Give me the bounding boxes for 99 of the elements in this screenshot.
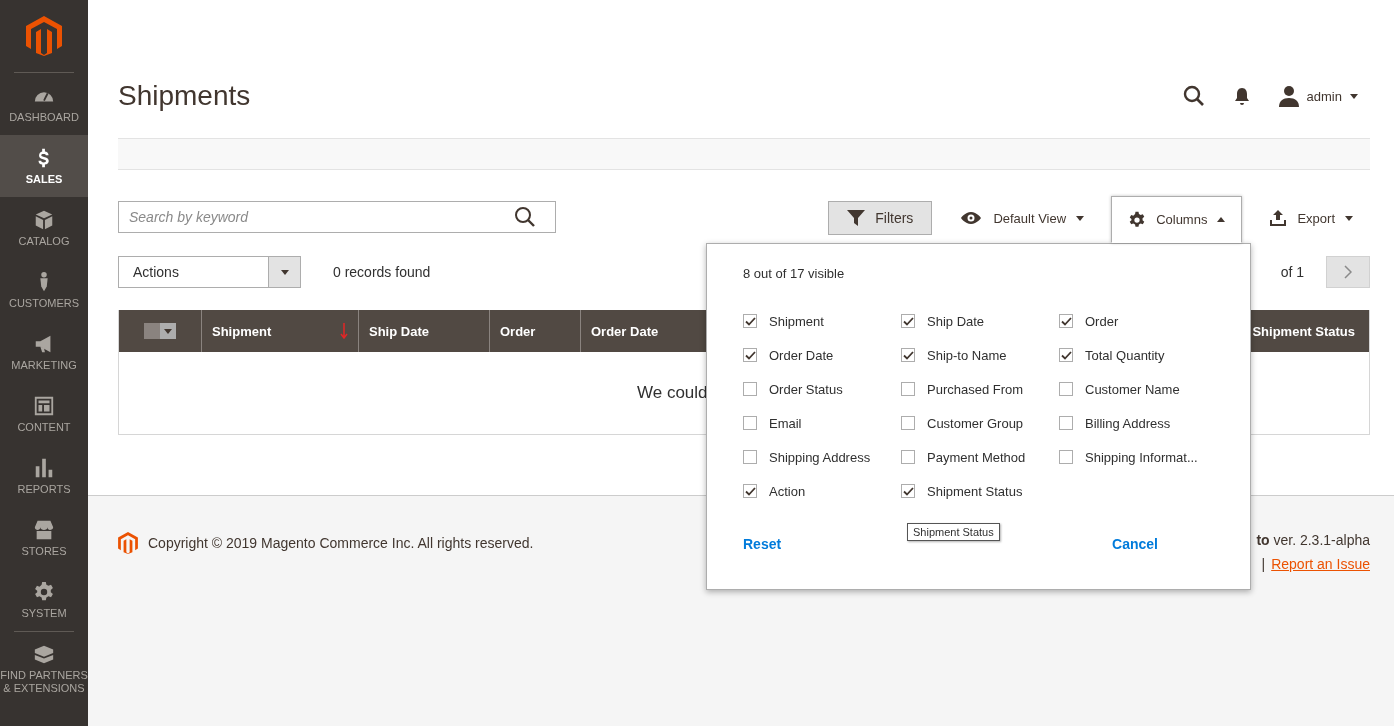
caret-icon xyxy=(1076,215,1085,221)
column-option[interactable]: Ship Date xyxy=(901,311,1059,331)
column-option[interactable]: Action xyxy=(743,481,901,501)
link-separator: | xyxy=(1261,556,1266,572)
column-header[interactable]: Shipment xyxy=(201,310,358,352)
gear-icon xyxy=(33,580,55,603)
empty-message: We could xyxy=(637,383,708,403)
checkbox[interactable] xyxy=(901,348,915,362)
view-button[interactable]: Default View xyxy=(942,201,1102,235)
box-icon xyxy=(33,208,55,231)
checkbox[interactable] xyxy=(901,382,915,396)
bell-icon[interactable] xyxy=(1232,85,1251,107)
sidebar-item[interactable]: STORES xyxy=(0,507,88,569)
checkbox[interactable] xyxy=(743,348,757,362)
layout-icon xyxy=(33,394,55,417)
search-field[interactable]: Search by keyword xyxy=(118,201,556,233)
copyright-text: Copyright © 2019 Magento Commerce Inc. All rights reserved. xyxy=(148,535,534,551)
blocks-icon xyxy=(33,643,55,665)
user-menu[interactable]: admin xyxy=(1278,85,1358,107)
sidebar-item[interactable]: SYSTEM xyxy=(0,569,88,631)
actions-dropdown[interactable]: Actions xyxy=(118,256,301,288)
column-option[interactable]: Billing Address xyxy=(1059,413,1217,433)
user-icon xyxy=(1278,85,1299,107)
column-option[interactable]: Total Quantity xyxy=(1059,345,1217,365)
check-icon xyxy=(902,350,914,360)
sidebar-item[interactable]: CUSTOMERS xyxy=(0,259,88,321)
store-icon xyxy=(33,518,55,541)
bar-chart-icon xyxy=(33,456,55,479)
checkbox[interactable] xyxy=(901,314,915,328)
check-icon xyxy=(902,486,914,496)
visible-count: 8 out of 17 visible xyxy=(743,266,846,281)
sidebar-item[interactable]: MARKETING xyxy=(0,321,88,383)
checkbox[interactable] xyxy=(743,314,757,328)
checkbox[interactable] xyxy=(1059,416,1073,430)
column-header[interactable]: Order Date xyxy=(580,310,706,352)
column-option[interactable]: Ship-to Name xyxy=(901,345,1059,365)
check-icon xyxy=(902,316,914,326)
checkbox[interactable] xyxy=(901,450,915,464)
checkbox[interactable] xyxy=(743,382,757,396)
check-icon xyxy=(744,486,756,496)
checkbox[interactable] xyxy=(1059,382,1073,396)
column-option[interactable]: Customer Group xyxy=(901,413,1059,433)
export-button[interactable]: Export xyxy=(1252,201,1370,235)
column-option[interactable]: Order Date xyxy=(743,345,901,365)
column-option[interactable]: Order xyxy=(1059,311,1217,331)
cancel-button[interactable]: Cancel xyxy=(1112,536,1158,552)
tooltip: Shipment Status xyxy=(907,523,1000,541)
column-option[interactable]: Shipping Informat... xyxy=(1059,447,1217,467)
column-option[interactable]: Customer Name xyxy=(1059,379,1217,399)
sidebar-item[interactable]: FIND PARTNERS & EXTENSIONS xyxy=(0,632,88,702)
check-icon xyxy=(1060,316,1072,326)
reset-button[interactable]: Reset xyxy=(743,536,782,552)
checkbox[interactable] xyxy=(743,416,757,430)
column-option[interactable]: Shipping Address xyxy=(743,447,901,467)
sort-arrow-icon xyxy=(340,323,348,339)
sidebar-item[interactable]: REPORTS xyxy=(0,445,88,507)
column-header[interactable]: Ship Date xyxy=(358,310,489,352)
caret-icon xyxy=(164,328,172,334)
column-option[interactable]: Order Status xyxy=(743,379,901,399)
column-option[interactable]: Purchased From xyxy=(901,379,1059,399)
sidebar-item[interactable]: SALES xyxy=(0,135,88,197)
gear-icon xyxy=(1128,210,1147,229)
eye-icon xyxy=(959,209,984,227)
caret-icon xyxy=(280,269,289,275)
checkbox[interactable] xyxy=(743,450,757,464)
sidebar-item[interactable]: DASHBOARD xyxy=(0,73,88,135)
logo-icon xyxy=(118,532,138,554)
caret-icon xyxy=(1350,93,1358,99)
column-header[interactable]: Order xyxy=(489,310,580,352)
upload-icon xyxy=(1269,209,1288,227)
column-option[interactable]: Shipment Status xyxy=(901,481,1059,501)
column-option[interactable]: Email xyxy=(743,413,901,433)
sidebar-item[interactable]: CONTENT xyxy=(0,383,88,445)
columns-button[interactable]: Columns xyxy=(1111,196,1243,243)
caret-icon xyxy=(1217,217,1226,222)
page-total: of 1 xyxy=(1280,264,1304,280)
column-option[interactable]: Shipment xyxy=(743,311,901,331)
logo-icon[interactable] xyxy=(26,16,62,56)
column-option[interactable]: Payment Method xyxy=(901,447,1059,467)
filter-icon xyxy=(847,209,866,227)
chevron-right-icon xyxy=(1344,265,1352,279)
version-text: to ver. 2.3.1-alpha xyxy=(1256,532,1370,548)
filters-button[interactable]: Filters xyxy=(828,201,933,235)
check-icon xyxy=(744,350,756,360)
caret-icon xyxy=(1345,215,1353,221)
checkbox[interactable] xyxy=(1059,348,1073,362)
check-icon xyxy=(744,316,756,326)
mass-select-checkbox[interactable] xyxy=(144,323,176,339)
checkbox[interactable] xyxy=(901,416,915,430)
checkbox[interactable] xyxy=(743,484,757,498)
search-icon[interactable] xyxy=(514,206,536,228)
records-count: 0 records found xyxy=(333,264,431,280)
checkbox[interactable] xyxy=(1059,450,1073,464)
page-title: Shipments xyxy=(118,80,251,112)
search-icon[interactable] xyxy=(1182,85,1205,107)
sidebar-item[interactable]: CATALOG xyxy=(0,197,88,259)
check-icon xyxy=(1060,350,1072,360)
checkbox[interactable] xyxy=(1059,314,1073,328)
checkbox[interactable] xyxy=(901,484,915,498)
